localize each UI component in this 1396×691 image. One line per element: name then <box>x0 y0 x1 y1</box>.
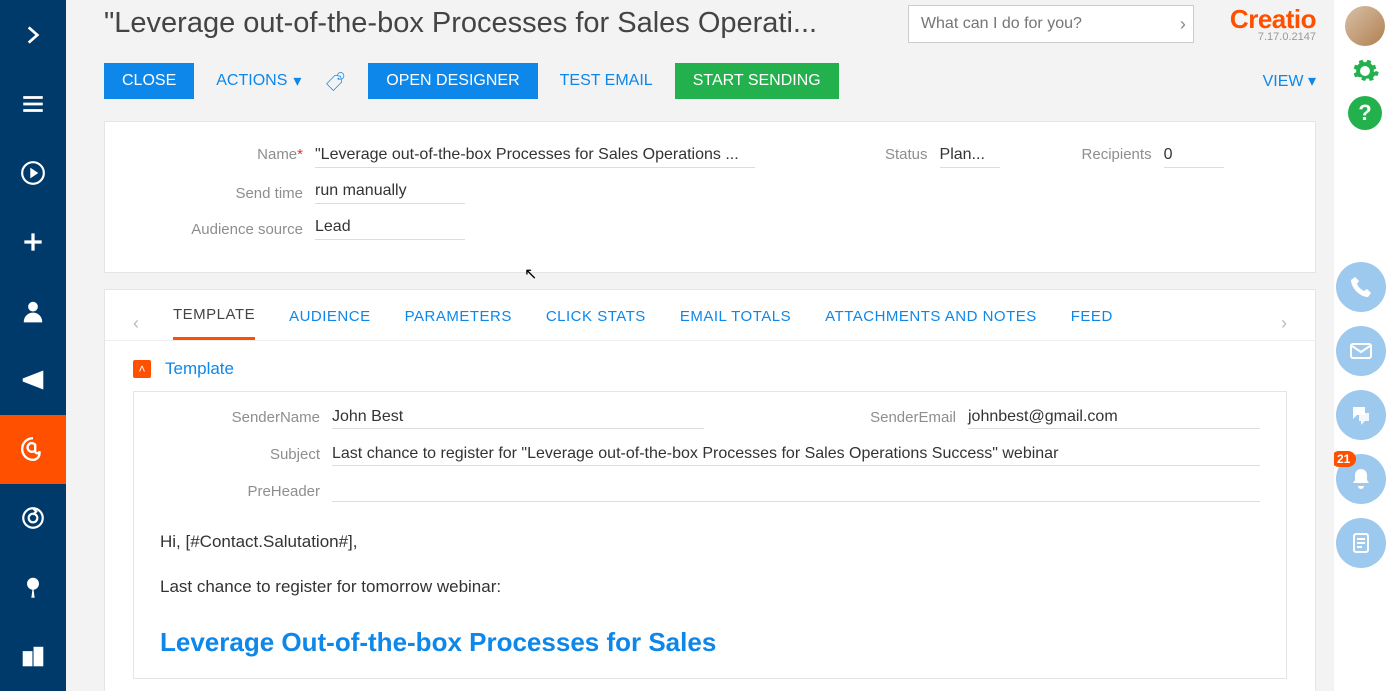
tab-email-totals[interactable]: EMAIL TOTALS <box>680 308 791 339</box>
search-input[interactable] <box>908 5 1194 43</box>
cti-feed-icon[interactable] <box>1336 518 1386 568</box>
user-avatar[interactable] <box>1345 6 1385 46</box>
recipients-field: 0 <box>1164 146 1224 168</box>
view-dropdown[interactable]: VIEW ▾ <box>1263 71 1316 91</box>
open-designer-button[interactable]: OPEN DESIGNER <box>368 63 537 99</box>
tabs-scroll-left-icon[interactable]: ‹ <box>133 313 139 334</box>
main-content: "Leverage out-of-the-box Processes for S… <box>66 0 1334 691</box>
view-label: VIEW <box>1263 73 1304 90</box>
brand: Creatio 7.17.0.2147 <box>1230 4 1316 43</box>
email-line1: Last chance to register for tomorrow web… <box>160 573 1260 602</box>
cti-phone-icon[interactable] <box>1336 262 1386 312</box>
status-field[interactable]: Plan... <box>940 146 1000 168</box>
page-title: "Leverage out-of-the-box Processes for S… <box>104 7 817 40</box>
nav-marketing[interactable] <box>0 345 66 414</box>
tab-click-stats[interactable]: CLICK STATS <box>546 308 646 339</box>
preheader-field[interactable] <box>332 480 1260 502</box>
template-body: SenderName John Best SenderEmail johnbes… <box>133 391 1287 679</box>
tab-parameters[interactable]: PARAMETERS <box>405 308 512 339</box>
toolbar: CLOSE ACTIONS ▾ 🏷 OPEN DESIGNER TEST EMA… <box>104 63 1316 99</box>
preheader-label: PreHeader <box>160 483 320 500</box>
audience-field[interactable]: Lead <box>315 218 465 240</box>
notification-badge: 21 <box>1331 451 1356 467</box>
nav-expand[interactable] <box>0 0 66 69</box>
nav-play[interactable] <box>0 138 66 207</box>
cti-mail-icon[interactable] <box>1336 326 1386 376</box>
cti-chat-icon[interactable] <box>1336 390 1386 440</box>
header: "Leverage out-of-the-box Processes for S… <box>104 0 1316 43</box>
email-greeting: Hi, [#Contact.Salutation#], <box>160 528 1260 557</box>
nav-add[interactable] <box>0 207 66 276</box>
global-search: › <box>908 5 1194 43</box>
section-template-header[interactable]: ˄ Template <box>133 341 1287 391</box>
status-label: Status <box>885 146 928 163</box>
section-title: Template <box>165 359 234 379</box>
email-body-preview: Hi, [#Contact.Salutation#], Last chance … <box>160 528 1260 664</box>
tag-icon[interactable]: 🏷 <box>324 70 345 93</box>
actions-dropdown[interactable]: ACTIONS ▾ <box>216 71 301 91</box>
nav-campaigns[interactable] <box>0 484 66 553</box>
name-label: Name <box>133 146 303 163</box>
tab-strip: ‹ TEMPLATE AUDIENCE PARAMETERS CLICK STA… <box>105 290 1315 341</box>
search-go-icon[interactable]: › <box>1180 14 1186 35</box>
cti-notifications-icon[interactable]: 21 <box>1336 454 1386 504</box>
nav-events[interactable] <box>0 553 66 622</box>
tabs-card: ‹ TEMPLATE AUDIENCE PARAMETERS CLICK STA… <box>104 289 1316 691</box>
audience-label: Audience source <box>133 221 303 238</box>
close-button[interactable]: CLOSE <box>104 63 194 99</box>
nav-contacts[interactable] <box>0 276 66 345</box>
collapse-icon: ˄ <box>133 360 151 378</box>
subject-label: Subject <box>160 446 320 463</box>
test-email-button[interactable]: TEST EMAIL <box>560 72 653 90</box>
start-sending-button[interactable]: START SENDING <box>675 63 839 99</box>
email-headline: Leverage Out-of-the-box Processes for Sa… <box>160 620 1260 664</box>
sendtime-label: Send time <box>133 185 303 202</box>
sender-name-label: SenderName <box>160 409 320 426</box>
sender-email-label: SenderEmail <box>716 409 956 426</box>
float-icons: 21 <box>1336 262 1386 568</box>
help-icon[interactable]: ? <box>1348 96 1382 130</box>
subject-field[interactable]: Last chance to register for "Leverage ou… <box>332 443 1260 466</box>
detail-card: Name "Leverage out-of-the-box Processes … <box>104 121 1316 273</box>
recipients-label: Recipients <box>1082 146 1152 163</box>
brand-logo: Creatio <box>1230 4 1316 34</box>
left-nav-rail <box>0 0 66 691</box>
actions-label: ACTIONS <box>216 72 287 90</box>
tab-audience[interactable]: AUDIENCE <box>289 308 371 339</box>
caret-down-icon: ▾ <box>293 71 301 91</box>
nav-accounts[interactable] <box>0 622 66 691</box>
sender-email-field[interactable]: johnbest@gmail.com <box>968 406 1260 429</box>
tab-attachments[interactable]: ATTACHMENTS AND NOTES <box>825 308 1037 339</box>
tab-feed[interactable]: FEED <box>1071 308 1113 339</box>
tabs-scroll-right-icon[interactable]: › <box>1281 313 1287 334</box>
name-field[interactable]: "Leverage out-of-the-box Processes for S… <box>315 146 755 168</box>
nav-email[interactable] <box>0 415 66 484</box>
sender-name-field[interactable]: John Best <box>332 406 704 429</box>
sendtime-field[interactable]: run manually <box>315 182 465 204</box>
nav-menu[interactable] <box>0 69 66 138</box>
settings-icon[interactable] <box>1348 54 1382 88</box>
tab-template[interactable]: TEMPLATE <box>173 306 255 340</box>
